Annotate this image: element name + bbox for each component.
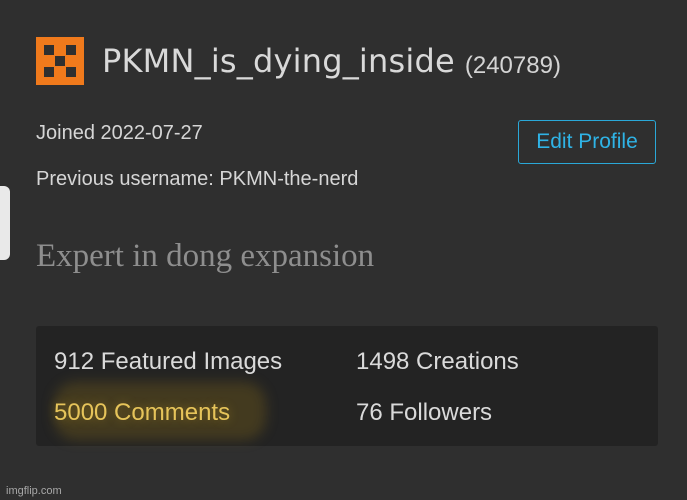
stat-followers[interactable]: 76 Followers (356, 399, 492, 427)
previous-username: Previous username: PKMN-the-nerd (36, 168, 359, 190)
watermark: imgflip.com (6, 485, 62, 497)
username: PKMN_is_dying_inside (102, 42, 455, 80)
left-panel-edge (0, 186, 10, 260)
stat-comments[interactable]: 5000 Comments (54, 399, 230, 427)
profile-bio: Expert in dong expansion (36, 238, 375, 274)
user-id: (240789) (464, 52, 561, 79)
joined-date: Joined 2022-07-27 (36, 122, 203, 144)
stat-featured-images[interactable]: 912 Featured Images (54, 348, 282, 376)
stat-creations[interactable]: 1498 Creations (356, 348, 519, 376)
edit-profile-button[interactable]: Edit Profile (518, 120, 656, 164)
avatar (36, 37, 84, 85)
stats-panel: 912 Featured Images 1498 Creations 5000 … (36, 326, 658, 446)
profile-header: PKMN_is_dying_inside (240789) (36, 36, 561, 86)
